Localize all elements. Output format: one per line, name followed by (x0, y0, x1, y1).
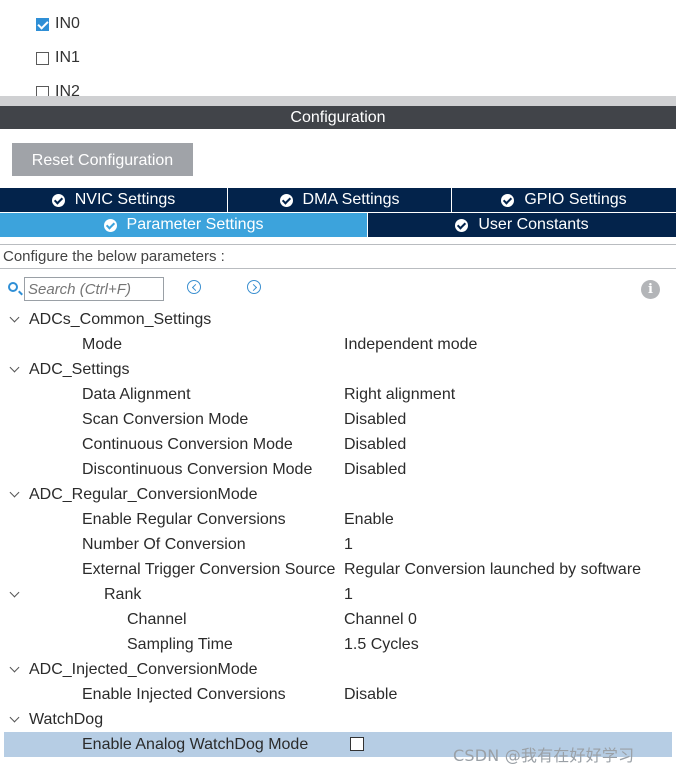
param-name: Number Of Conversion (82, 536, 246, 553)
checkbox-unchecked-icon[interactable] (36, 51, 49, 65)
tab-nvic-settings[interactable]: NVIC Settings (0, 188, 228, 212)
tab-label: User Constants (478, 216, 589, 233)
param-row[interactable]: External Trigger Conversion Source Regul… (0, 557, 676, 582)
param-value[interactable]: Independent mode (344, 332, 477, 357)
param-name: Channel (127, 611, 187, 628)
search-input[interactable] (24, 277, 164, 301)
channel-label: IN1 (55, 49, 80, 66)
param-value[interactable]: 1.5 Cycles (344, 632, 419, 657)
param-name: Enable Injected Conversions (82, 686, 286, 703)
group-label: WatchDog (29, 711, 104, 728)
param-name: External Trigger Conversion Source (82, 561, 336, 578)
param-value[interactable]: Channel 0 (344, 607, 417, 632)
check-circle-icon (51, 193, 65, 207)
group-label: ADC_Injected_ConversionMode (29, 661, 258, 678)
param-value[interactable]: Disable (344, 682, 397, 707)
param-row[interactable]: Channel Channel 0 (0, 607, 676, 632)
chevron-down-icon[interactable] (8, 307, 22, 332)
param-value[interactable]: 1 (344, 532, 353, 557)
search-row (0, 277, 676, 303)
group-label: ADC_Regular_ConversionMode (29, 486, 258, 503)
chevron-down-icon[interactable] (8, 357, 22, 382)
param-name: Enable Analog WatchDog Mode (82, 736, 309, 753)
param-row[interactable]: Number Of Conversion 1 (0, 532, 676, 557)
param-name: Continuous Conversion Mode (82, 436, 293, 453)
chevron-down-icon[interactable] (8, 707, 22, 732)
tab-gpio-settings[interactable]: GPIO Settings (452, 188, 676, 212)
param-value[interactable]: Right alignment (344, 382, 455, 407)
param-row-rank[interactable]: Rank 1 (0, 582, 676, 607)
check-circle-icon (103, 218, 117, 232)
configuration-title: Configuration (0, 106, 676, 129)
info-icon[interactable]: i (641, 280, 660, 299)
param-value[interactable]: Enable (344, 507, 394, 532)
check-circle-icon (455, 218, 469, 232)
tab-parameter-settings[interactable]: Parameter Settings (0, 213, 368, 237)
tab-user-constants[interactable]: User Constants (368, 213, 676, 237)
group-adc-injected-conversionmode[interactable]: ADC_Injected_ConversionMode (0, 657, 676, 682)
channel-in1[interactable]: IN1 (36, 48, 80, 68)
splitter-bar[interactable] (0, 96, 676, 106)
group-watchdog[interactable]: WatchDog (0, 707, 676, 732)
param-row[interactable]: Sampling Time 1.5 Cycles (0, 632, 676, 657)
param-value[interactable]: Regular Conversion launched by software (344, 557, 641, 582)
tabs-row-2: Parameter Settings User Constants (0, 213, 676, 237)
check-circle-icon (501, 193, 515, 207)
group-label: ADCs_Common_Settings (29, 311, 212, 328)
param-name: Scan Conversion Mode (82, 411, 249, 428)
watermark: CSDN @我有在好好学习 (453, 746, 635, 765)
next-match-icon[interactable] (247, 280, 261, 294)
group-adc-regular-conversionmode[interactable]: ADC_Regular_ConversionMode (0, 482, 676, 507)
tabs-row-1: NVIC Settings DMA Settings GPIO Settings (0, 188, 676, 212)
reset-configuration-button[interactable]: Reset Configuration (12, 143, 193, 176)
previous-match-icon[interactable] (187, 280, 201, 294)
param-value[interactable]: Disabled (344, 432, 406, 457)
analog-watchdog-checkbox[interactable] (350, 737, 364, 751)
param-name: Rank (104, 586, 142, 603)
chevron-down-icon[interactable] (8, 482, 22, 507)
param-row[interactable]: Enable Regular Conversions Enable (0, 507, 676, 532)
chevron-down-icon[interactable] (8, 657, 22, 682)
param-row[interactable]: Enable Injected Conversions Disable (0, 682, 676, 707)
param-row[interactable]: Data Alignment Right alignment (0, 382, 676, 407)
tab-label: DMA Settings (302, 191, 400, 208)
channel-list: IN0 IN1 IN2 (0, 0, 676, 96)
param-value[interactable]: Disabled (344, 457, 406, 482)
param-row[interactable]: Scan Conversion Mode Disabled (0, 407, 676, 432)
param-name: Discontinuous Conversion Mode (82, 461, 313, 478)
param-name: Data Alignment (82, 386, 191, 403)
group-adcs-common-settings[interactable]: ADCs_Common_Settings (0, 307, 676, 332)
param-row[interactable]: Continuous Conversion Mode Disabled (0, 432, 676, 457)
tab-dma-settings[interactable]: DMA Settings (228, 188, 452, 212)
chevron-down-icon[interactable] (8, 582, 22, 607)
configure-parameters-label: Configure the below parameters : (0, 244, 676, 269)
channel-label: IN0 (55, 15, 80, 32)
param-row[interactable]: Discontinuous Conversion Mode Disabled (0, 457, 676, 482)
channel-in2[interactable]: IN2 (36, 82, 80, 96)
tab-label: NVIC Settings (74, 191, 176, 208)
tab-label: Parameter Settings (126, 216, 264, 233)
param-row[interactable]: Mode Independent mode (0, 332, 676, 357)
param-value[interactable]: Disabled (344, 407, 406, 432)
param-name: Enable Regular Conversions (82, 511, 286, 528)
checkbox-checked-icon[interactable] (36, 17, 49, 31)
param-name: Mode (82, 336, 123, 353)
group-label: ADC_Settings (29, 361, 130, 378)
param-name: Sampling Time (127, 636, 233, 653)
param-value[interactable]: 1 (344, 582, 353, 607)
tab-label: GPIO Settings (524, 191, 627, 208)
checkbox-unchecked-icon[interactable] (36, 85, 49, 96)
channel-label: IN2 (55, 83, 80, 96)
group-adc-settings[interactable]: ADC_Settings (0, 357, 676, 382)
check-circle-icon (279, 193, 293, 207)
channel-in0[interactable]: IN0 (36, 14, 80, 34)
